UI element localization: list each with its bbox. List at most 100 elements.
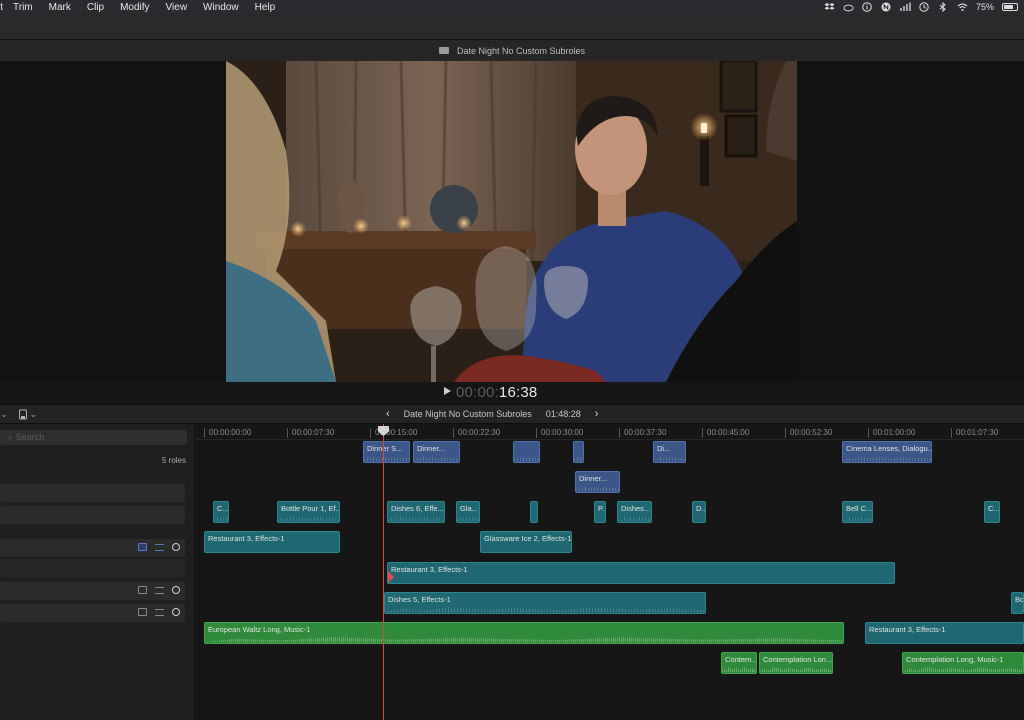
video-still <box>226 61 797 382</box>
play-icon[interactable] <box>444 387 451 395</box>
playhead[interactable] <box>383 424 384 720</box>
ruler-label: 00:00:07:30 <box>287 428 334 438</box>
battery-percent: 75% <box>975 2 994 12</box>
role-row[interactable] <box>0 559 185 577</box>
clip-appearance-icon[interactable]: ⌄ <box>18 409 37 420</box>
timeline-clip-dialogue[interactable]: Cinema Lenses, Dialogu... <box>842 441 932 463</box>
timeline-header-tools: ⌄ ⌄ <box>0 409 37 420</box>
timeline-clip-dialogue[interactable]: Di... <box>653 441 686 463</box>
menu-item-help[interactable]: Help <box>255 2 276 13</box>
timeline-clip-effects[interactable]: P... <box>594 501 606 523</box>
timeline-index: ⌕ Search 5 roles <box>0 424 195 720</box>
back-arrow-icon[interactable]: ‹ <box>386 408 390 420</box>
timeline-ruler[interactable]: 00:00:00:00 00:00:07:30 00:00:15:00 00:0… <box>196 424 1024 440</box>
timeline-clip-effects[interactable]: Restaurant 3, Effects-1 <box>387 562 895 584</box>
wifi-icon[interactable] <box>957 2 968 12</box>
menu-item-view[interactable]: View <box>166 2 188 13</box>
search-icon: ⌕ <box>8 432 14 442</box>
n-badge-icon[interactable] <box>881 2 892 12</box>
role-controls <box>138 586 180 594</box>
timeline-clip-dialogue[interactable]: Dinner... <box>413 441 460 463</box>
timeline-clip-dialogue[interactable] <box>573 441 584 463</box>
dropbox-icon[interactable] <box>824 2 835 12</box>
timeline-clip-dialogue[interactable]: Dinner S... <box>363 441 410 463</box>
role-toggle[interactable] <box>172 608 180 616</box>
timeline-nav: ‹ Date Night No Custom Subroles 01:48:28… <box>386 408 598 420</box>
timeline-clip-music[interactable]: Contem... <box>721 652 757 674</box>
role-row[interactable] <box>0 484 185 502</box>
search-input[interactable]: ⌕ Search <box>0 430 187 445</box>
bluetooth-icon[interactable] <box>938 2 949 12</box>
timeline-clip-effects[interactable]: Dishes... <box>617 501 652 523</box>
ruler-label: 00:01:00:00 <box>868 428 915 438</box>
role-row[interactable] <box>0 506 185 524</box>
timeline-clip-dialogue[interactable]: Dinner... <box>575 471 620 493</box>
info-icon[interactable] <box>862 2 873 12</box>
ruler-label: 00:00:30:00 <box>536 428 583 438</box>
timecode-display[interactable]: 00:00:16:38 <box>456 384 537 401</box>
menu-bar: it Trim Mark Clip Modify View Window Hel… <box>0 0 1024 14</box>
menu-item-modify[interactable]: Modify <box>120 2 149 13</box>
ruler-label: 00:00:37:30 <box>619 428 666 438</box>
timeline-header: ⌄ ⌄ ‹ Date Night No Custom Subroles 01:4… <box>0 404 1024 424</box>
time-machine-icon[interactable] <box>919 2 930 12</box>
timeline-clip-effects[interactable]: Dishes 6, Effe... <box>387 501 445 523</box>
timeline-clip-effects[interactable]: Dishes 5, Effects-1 <box>384 592 706 614</box>
timecode-dim: 00:00: <box>456 384 499 401</box>
role-toggle[interactable] <box>172 543 180 551</box>
role-toggle[interactable] <box>172 586 180 594</box>
timeline-clip-effects[interactable]: Glassware Ice 2, Effects-1 <box>480 531 572 553</box>
viewer[interactable] <box>0 61 1024 382</box>
timeline-clip-music[interactable]: Contemplation Lon... <box>759 652 833 674</box>
ruler-label: 00:00:22:30 <box>453 428 500 438</box>
menu-item-trim[interactable]: Trim <box>13 2 33 13</box>
search-placeholder: Search <box>15 432 45 442</box>
timeline[interactable]: 00:00:00:00 00:00:07:30 00:00:15:00 00:0… <box>196 424 1024 720</box>
ruler-label: 00:00:00:00 <box>204 428 251 438</box>
ruler-label: 00:00:15:00 <box>370 428 417 438</box>
timeline-clip-music[interactable]: European Waltz Long, Music-1 <box>204 622 844 644</box>
timecode-value: 16:38 <box>498 384 538 401</box>
chevron-down-icon[interactable]: ⌄ <box>0 409 8 420</box>
lanes-icon[interactable] <box>138 608 147 616</box>
timeline-clip-music[interactable]: Contemplation Long, Music-1 <box>902 652 1024 674</box>
lanes-icon[interactable] <box>138 586 147 594</box>
ruler-label: 00:00:45:00 <box>702 428 749 438</box>
timeline-clip-effects[interactable]: D... <box>692 501 706 523</box>
role-controls <box>138 543 180 551</box>
role-row-music[interactable] <box>0 604 185 622</box>
video-frame[interactable] <box>226 61 797 382</box>
menu-item-edit[interactable]: it <box>0 2 3 13</box>
viewer-transport: 00:00:16:38 <box>0 382 1024 404</box>
status-bar: 75% <box>824 0 1018 14</box>
battery-icon[interactable] <box>1002 3 1018 11</box>
timeline-clip-effects[interactable]: Restaurant 3, Effects-1 <box>204 531 340 553</box>
clapper-icon <box>438 47 449 54</box>
subroles-icon[interactable] <box>155 586 164 594</box>
timeline-clip-effects[interactable]: C... <box>984 501 1000 523</box>
role-controls <box>138 608 180 616</box>
viewer-header: Date Night No Custom Subroles <box>0 40 1024 61</box>
viewer-title: Date Night No Custom Subroles <box>456 45 586 56</box>
timeline-clip-effects[interactable]: Bottle Pour 1, Ef... <box>277 501 340 523</box>
timeline-clip-effects[interactable]: Bot <box>1011 592 1024 614</box>
timeline-clip-effects[interactable] <box>530 501 538 523</box>
role-row-effects[interactable] <box>0 582 185 600</box>
subroles-icon[interactable] <box>155 543 164 551</box>
menu-item-window[interactable]: Window <box>203 2 239 13</box>
timeline-clip-dialogue[interactable] <box>513 441 540 463</box>
timeline-clip-effects[interactable]: Gla... <box>456 501 480 523</box>
ruler-label: 00:01:07:30 <box>951 428 998 438</box>
lanes-icon[interactable] <box>138 543 147 551</box>
network-icon[interactable] <box>900 2 911 12</box>
forward-arrow-icon[interactable]: › <box>595 408 599 420</box>
timeline-clip-effects[interactable]: Bell C... <box>842 501 873 523</box>
cloud-icon[interactable] <box>843 2 854 12</box>
role-row-dialogue[interactable] <box>0 539 185 557</box>
menu-item-clip[interactable]: Clip <box>87 2 104 13</box>
timeline-clip-effects[interactable]: Restaurant 3, Effects-1 <box>865 622 1024 644</box>
subroles-icon[interactable] <box>155 608 164 616</box>
ruler-label: 00:00:52:30 <box>785 428 832 438</box>
timeline-clip-effects[interactable]: C... <box>213 501 229 523</box>
menu-item-mark[interactable]: Mark <box>49 2 71 13</box>
